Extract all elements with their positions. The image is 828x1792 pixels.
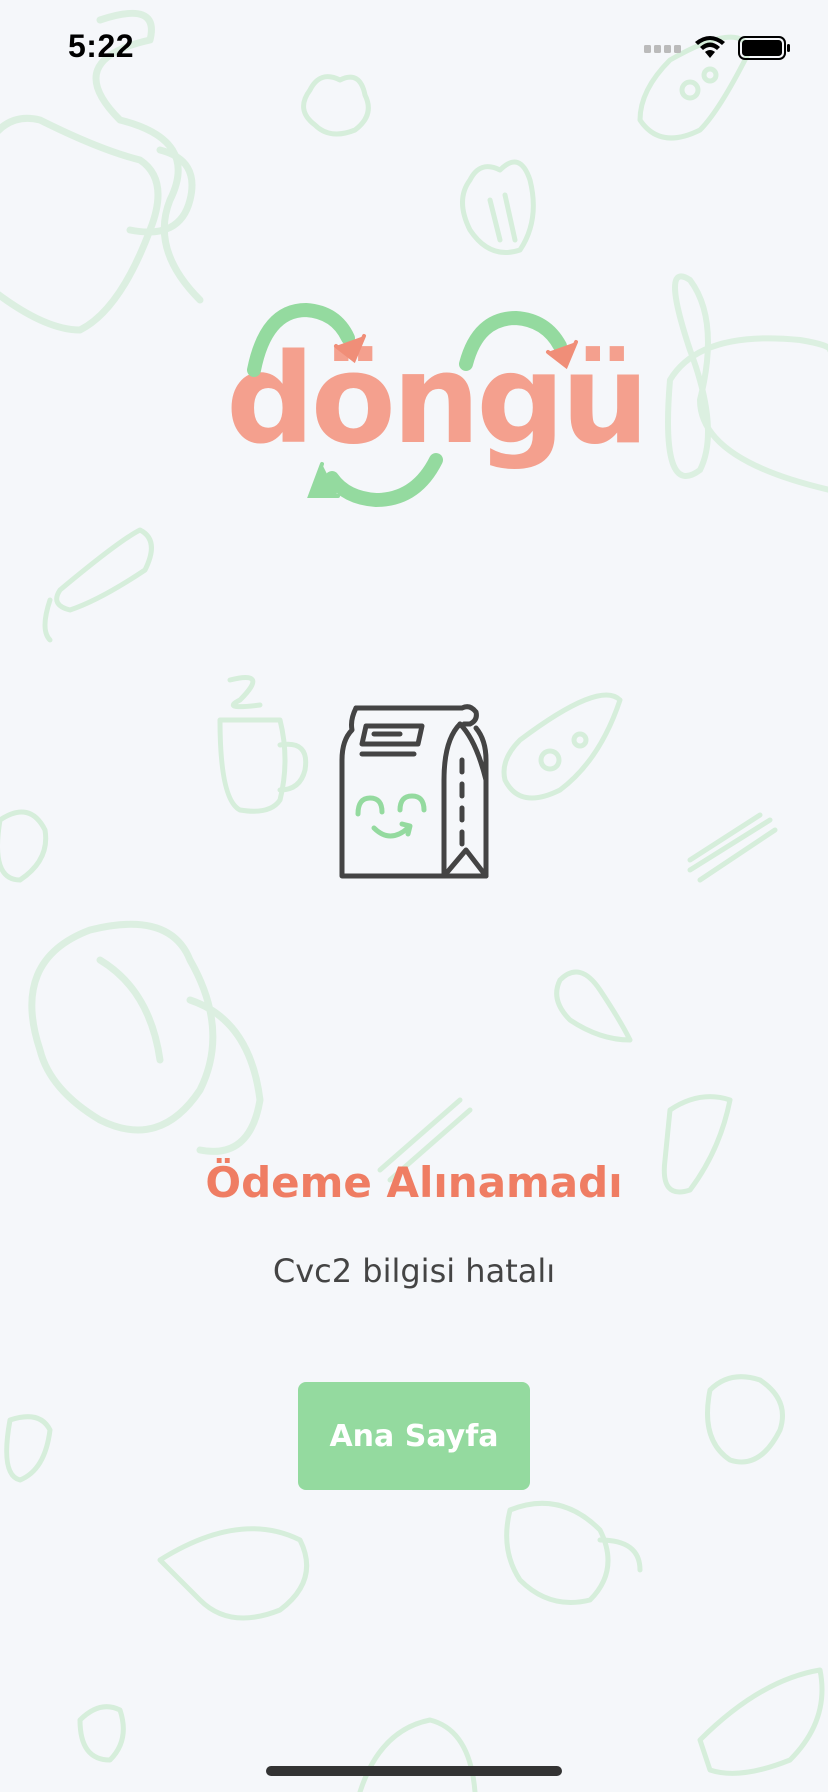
status-icons (644, 36, 792, 60)
mug-doodle-2 (504, 1500, 643, 1605)
status-time: 5:22 (68, 28, 135, 64)
wifi-icon (695, 36, 725, 58)
fries-doodle-3 (77, 1704, 126, 1763)
dongu-logo: döngü (226, 300, 649, 510)
fork-doodle (687, 812, 778, 883)
burger-doodle-2 (357, 1717, 478, 1792)
cup-doodle (217, 675, 309, 814)
burger-doodle (28, 920, 264, 1155)
home-button[interactable]: Ana Sayfa (298, 1382, 530, 1490)
pizza-doodle-3 (554, 969, 633, 1043)
pizza-doodle-2 (501, 692, 623, 801)
smiling-bag-icon (339, 704, 489, 879)
bowl-doodle (157, 1526, 310, 1621)
background-doodles (0, 9, 828, 1792)
cellular-signal-icon (644, 45, 681, 53)
cup-doodle-2 (4, 1414, 53, 1483)
hotdog-doodle (42, 527, 154, 643)
fries-doodle-2 (0, 809, 49, 883)
status-bar: 5:22 (0, 0, 828, 100)
payment-failed-title: Ödeme Alınamadı (205, 1158, 623, 1207)
fries-doodle (460, 159, 536, 255)
pizza-doodle-5 (697, 1667, 825, 1776)
battery-icon (738, 36, 790, 60)
error-message: Cvc2 bilgisi hatalı (272, 1252, 556, 1290)
logo-recycle-arrows (247, 302, 578, 508)
swirl-doodle (665, 273, 828, 493)
home-indicator[interactable] (266, 1766, 562, 1776)
broccoli-doodle-2 (705, 1374, 785, 1465)
